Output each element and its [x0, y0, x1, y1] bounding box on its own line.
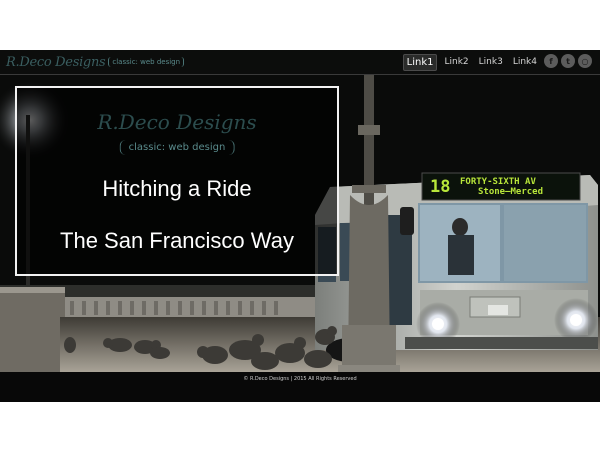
hero-logo-script: R.Deco Designs [97, 110, 257, 134]
twitter-icon[interactable]: t [561, 54, 575, 68]
bus-route-number: 18 [430, 176, 451, 197]
header-logo-tagline: classic: web design [108, 57, 185, 67]
nav-link-4[interactable]: Link4 [510, 55, 540, 69]
hero-headline-2: The San Francisco Way [60, 228, 294, 253]
header-logo[interactable]: R.Deco Designs classic: web design [6, 51, 185, 73]
hero-headline-1: Hitching a Ride [102, 176, 252, 201]
nav-link-3[interactable]: Link3 [476, 55, 506, 69]
site-footer: © R.Deco Designs | 2015 All Rights Reser… [0, 372, 600, 402]
site-header: R.Deco Designs classic: web design Link1… [0, 50, 600, 75]
bus-destination-sign: 18 FORTY-SIXTH AV Stone—Merced [424, 175, 578, 198]
nav-link-1[interactable]: Link1 [402, 53, 438, 71]
facebook-icon[interactable]: f [544, 54, 558, 68]
bus-sign-line-2: Stone—Merced [478, 186, 544, 197]
hero-logo-tagline: classic: web design [119, 140, 235, 155]
footer-copyright: © R.Deco Designs | 2015 All Rights Reser… [243, 376, 357, 382]
social-links: f t ○ [544, 54, 592, 68]
nav-link-2[interactable]: Link2 [441, 55, 471, 69]
main-nav: Link1 Link2 Link3 Link4 [402, 53, 540, 71]
hero-banner: 18 FORTY-SIXTH AV Stone—Merced R.Deco De… [0, 75, 600, 372]
header-logo-script: R.Deco Designs [6, 54, 106, 70]
instagram-icon[interactable]: ○ [578, 54, 592, 68]
bus-sign-line-1: FORTY-SIXTH AV [460, 176, 536, 187]
hero-title-box: R.Deco Designs classic: web design Hitch… [15, 86, 339, 276]
